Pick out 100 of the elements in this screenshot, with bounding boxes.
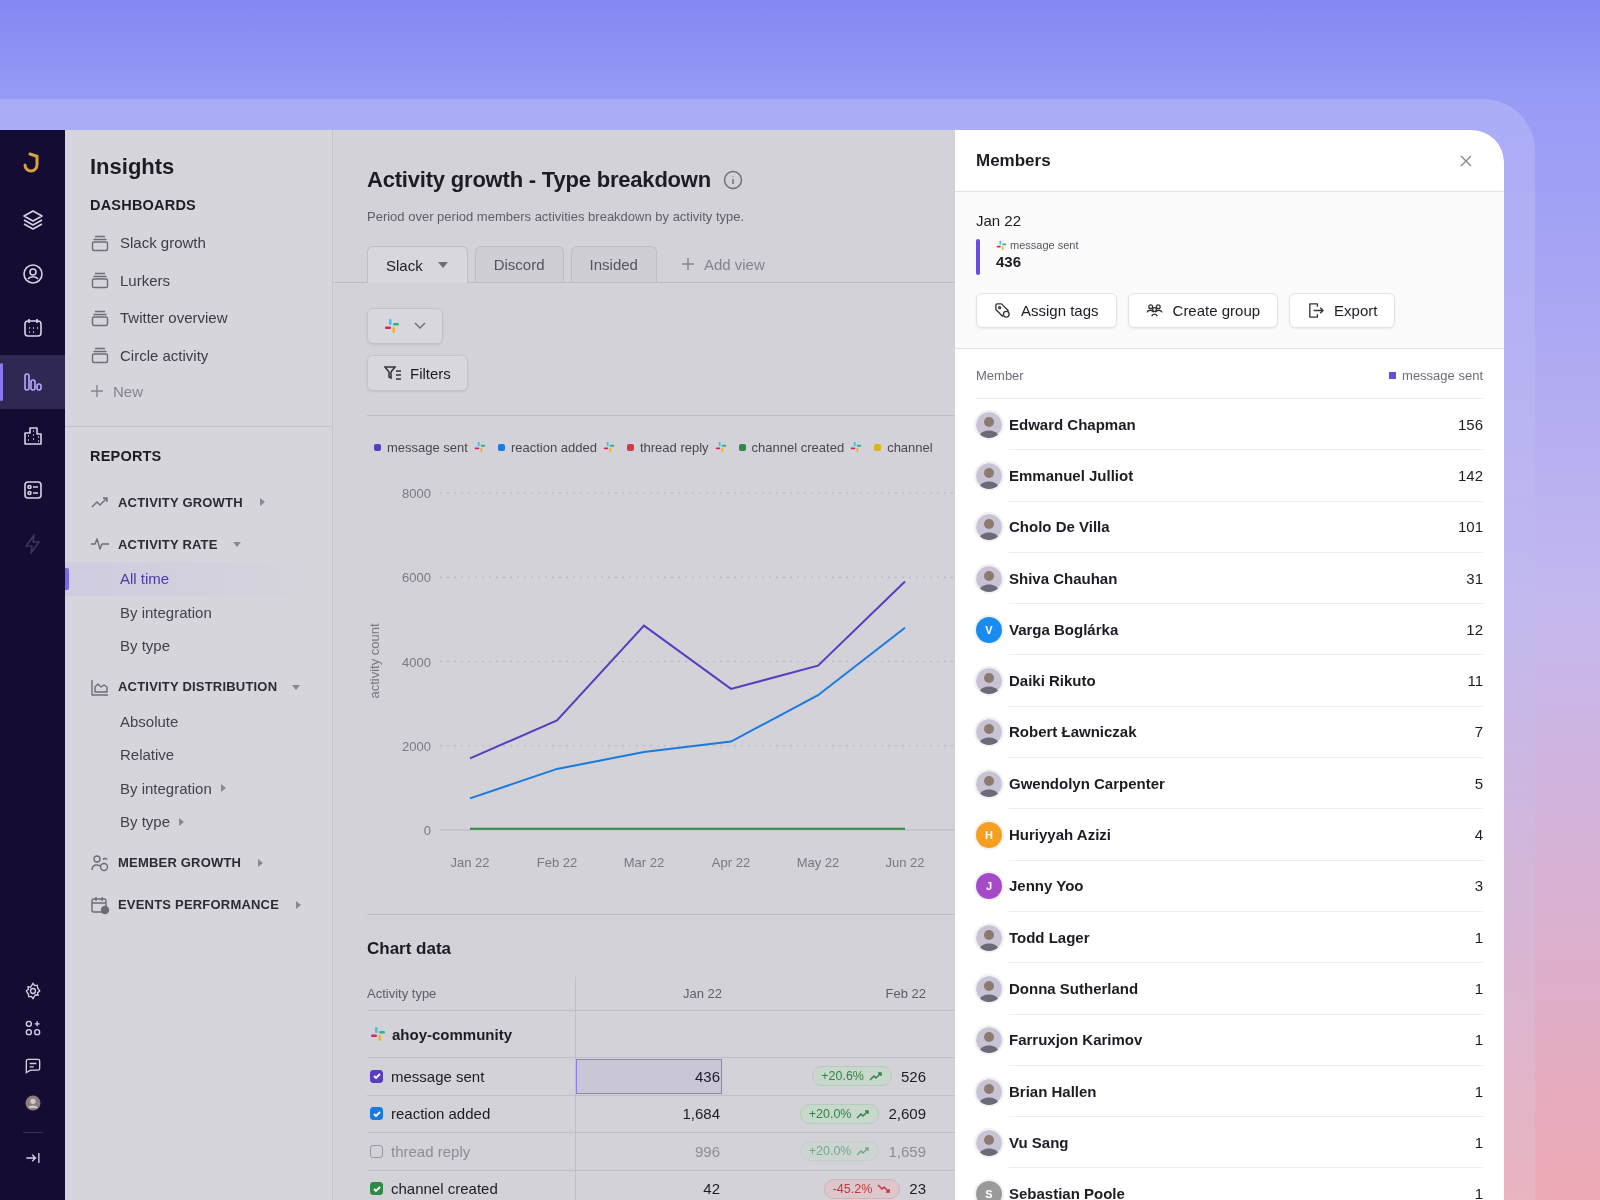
tag-button[interactable]: Assign tags xyxy=(976,293,1117,328)
member-name[interactable]: Vu Sang xyxy=(1009,1133,1069,1151)
avatar-icon xyxy=(976,975,1002,1002)
x-axis-tick: Mar 22 xyxy=(623,855,665,870)
x-axis-tick: Jun 22 xyxy=(885,855,925,870)
member-count: 1 xyxy=(1474,1185,1483,1200)
table-cell: 23 xyxy=(909,1180,926,1198)
member-name[interactable]: Todd Lager xyxy=(1009,928,1090,946)
avatar-icon xyxy=(976,668,1002,695)
member-name[interactable]: Emmanuel Julliot xyxy=(1009,466,1134,484)
member-name[interactable]: Daiki Rikuto xyxy=(1009,672,1096,690)
member-name[interactable]: Robert Ławniczak xyxy=(1009,723,1137,741)
report-link[interactable]: Relative xyxy=(65,738,332,772)
avatar-initial: J xyxy=(976,873,1002,900)
legend-label: channel xyxy=(887,439,933,455)
activity-type-label: reaction added xyxy=(391,1105,491,1123)
avatar-icon xyxy=(976,770,1002,797)
member-name[interactable]: Donna Sutherland xyxy=(1009,979,1139,997)
column-header: Member xyxy=(976,367,1024,383)
member-count: 5 xyxy=(1474,774,1483,792)
member-name[interactable]: Jenny Yoo xyxy=(1009,877,1084,895)
y-axis-tick: 8000 xyxy=(402,486,431,501)
checkbox[interactable] xyxy=(370,1182,383,1196)
member-count: 156 xyxy=(1457,415,1483,433)
sidebar-title: Insights xyxy=(89,154,176,180)
table-cell: 1,659 xyxy=(888,1142,926,1160)
dashboard-link[interactable]: Circle activity xyxy=(120,346,209,364)
metric-value: 436 xyxy=(996,253,1023,270)
member-count: 4 xyxy=(1474,826,1483,843)
dashboard-link[interactable]: Slack growth xyxy=(120,234,206,252)
export-button[interactable]: Export xyxy=(1289,293,1396,328)
column-header: Activity type xyxy=(367,977,576,1010)
section-title: Chart data xyxy=(367,939,453,959)
report-link[interactable]: Absolute xyxy=(65,704,332,738)
group-button[interactable]: Create group xyxy=(1127,293,1279,328)
table-cell: 2,609 xyxy=(888,1105,926,1123)
view-tab[interactable]: Slack xyxy=(367,246,468,283)
close-icon[interactable] xyxy=(1460,154,1472,167)
table-cell[interactable]: 1,684 xyxy=(576,1096,722,1132)
member-count: 1 xyxy=(1474,928,1483,946)
filters-button[interactable]: Filters xyxy=(367,355,468,391)
stack-icon xyxy=(90,270,110,291)
avatar-initial: H xyxy=(976,822,1002,848)
report-link[interactable]: By integration xyxy=(65,771,332,805)
member-name[interactable]: Huriyyah Azizi xyxy=(1009,826,1111,843)
dashboard-link[interactable]: Lurkers xyxy=(120,271,171,289)
member-name[interactable]: Gwendolyn Carpenter xyxy=(1009,774,1165,792)
page-title: Activity growth - Type breakdown xyxy=(367,167,711,193)
export-icon xyxy=(1307,302,1325,319)
report-section-link[interactable]: ACTIVITY RATE xyxy=(118,536,218,552)
checkbox[interactable] xyxy=(370,1069,383,1083)
activity-type-label: message sent xyxy=(391,1067,485,1085)
member-count: 1 xyxy=(1474,1082,1483,1100)
report-section-link[interactable]: ACTIVITY GROWTH xyxy=(118,494,243,510)
hash-logo-icon xyxy=(602,441,615,453)
column-header: Jan 22 xyxy=(681,985,722,1003)
table-cell[interactable]: 42 xyxy=(576,1171,722,1200)
member-count: 7 xyxy=(1474,723,1483,741)
member-name[interactable]: Sebastian Poole xyxy=(1009,1185,1125,1200)
table-cell[interactable]: 436 xyxy=(576,1058,722,1094)
view-tab[interactable]: Discord xyxy=(474,246,564,282)
hash-logo-icon xyxy=(384,318,400,334)
member-name[interactable]: Varga Boglárka xyxy=(1009,620,1119,638)
report-section-link[interactable]: EVENTS PERFORMANCE xyxy=(118,897,280,912)
change-badge: +20.0% xyxy=(799,1141,880,1162)
view-tab[interactable]: Insided xyxy=(570,246,657,282)
member-count: 101 xyxy=(1457,518,1483,536)
section-heading: REPORTS xyxy=(89,448,163,464)
x-axis-tick: Apr 22 xyxy=(711,855,751,870)
report-link[interactable]: By type xyxy=(65,629,332,663)
member-name[interactable]: Cholo De Villa xyxy=(1009,518,1110,536)
members-icon xyxy=(90,852,110,873)
metric-label: message sent xyxy=(1010,239,1079,251)
report-link[interactable]: By integration xyxy=(65,595,332,629)
member-name[interactable]: Farruxjon Karimov xyxy=(1009,1031,1143,1049)
report-section-link[interactable]: ACTIVITY DISTRIBUTION xyxy=(118,679,278,694)
hash-logo-icon xyxy=(996,239,1007,251)
member-count: 1 xyxy=(1474,979,1483,997)
member-count: 11 xyxy=(1467,672,1483,690)
member-name[interactable]: Edward Chapman xyxy=(1009,415,1136,433)
avatar-icon xyxy=(976,565,1002,592)
plus-icon xyxy=(681,258,694,270)
hash-logo-icon xyxy=(473,441,486,453)
member-name[interactable]: Shiva Chauhan xyxy=(1009,569,1118,587)
y-axis-label: activity count xyxy=(367,623,382,699)
dashboard-link[interactable]: Twitter overview xyxy=(120,309,228,327)
member-name[interactable]: Brian Hallen xyxy=(1009,1082,1097,1100)
y-axis-tick: 4000 xyxy=(402,654,431,670)
rail-chart-icon[interactable] xyxy=(0,355,65,409)
checkbox[interactable] xyxy=(370,1144,383,1158)
x-axis-tick: Jan 22 xyxy=(450,855,490,870)
report-link[interactable]: By type xyxy=(65,805,332,839)
checkbox[interactable] xyxy=(370,1107,383,1121)
member-count: 142 xyxy=(1457,466,1483,484)
avatar-icon xyxy=(976,462,1002,489)
caret-down-icon xyxy=(436,261,449,269)
info-icon[interactable] xyxy=(723,170,743,190)
report-section-link[interactable]: MEMBER GROWTH xyxy=(118,855,242,870)
legend-label: message sent xyxy=(387,439,468,455)
plus-icon xyxy=(91,385,103,397)
